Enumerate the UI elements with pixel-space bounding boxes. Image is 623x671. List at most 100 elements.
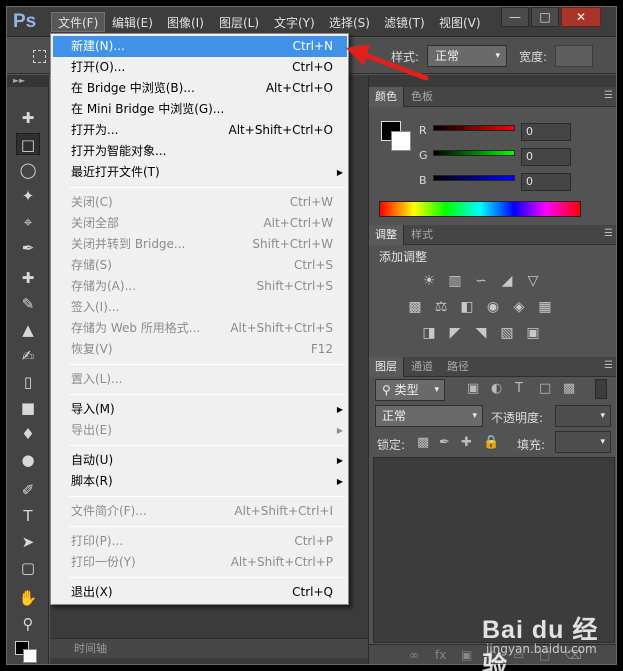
file-menu-item[interactable]: 最近打开文件(T) ▶ [53,162,347,183]
filter-adjust-icon[interactable]: ◐ [491,381,502,396]
brightness-icon[interactable]: ☀ [421,273,437,289]
file-menu-item[interactable]: 打印一份(Y) Alt+Shift+Ctrl+P [53,552,347,573]
stamp-tool-icon[interactable]: ▲ [16,319,40,341]
mask-icon[interactable]: ▣ [461,648,472,662]
dodge-tool-icon[interactable]: ● [16,449,40,471]
color-balance-icon[interactable]: ⚖ [433,299,449,315]
posterize-icon[interactable]: ◤ [447,325,463,341]
filter-pixel-icon[interactable]: ▣ [467,381,479,396]
color-background-swatch[interactable] [391,131,411,151]
eraser-tool-icon[interactable]: ▯ [16,371,40,393]
file-menu-item[interactable]: 关闭并转到 Bridge... Shift+Ctrl+W [53,234,347,255]
fill-input[interactable]: ▾ [555,431,611,453]
background-color-swatch[interactable] [23,649,37,663]
menu-layer[interactable]: 图层(L) [213,13,265,33]
type-tool-icon[interactable]: T [16,505,40,527]
crop-tool-icon[interactable]: ⌖ [16,211,40,233]
channel-b-slider[interactable] [433,175,515,181]
file-menu-item[interactable]: 置入(L)... [53,369,347,390]
width-input[interactable] [555,45,593,67]
file-menu-item[interactable]: 在 Bridge 中浏览(B)... Alt+Ctrl+O [53,78,347,99]
pen-tool-icon[interactable]: ✐ [16,479,40,501]
quick-select-tool-icon[interactable]: ✦ [16,185,40,207]
invert-icon[interactable]: ◨ [421,325,437,341]
layer-filter-select[interactable]: ⚲ 类型 ▾ [375,379,445,401]
tab-swatches[interactable]: 色板 [405,87,439,107]
file-menu-item[interactable]: 文件简介(F)... Alt+Shift+Ctrl+I [53,501,347,522]
vibrance-icon[interactable]: ▽ [525,273,541,289]
file-menu-item[interactable]: 关闭全部 Alt+Ctrl+W [53,213,347,234]
toolbox-collapse-icon[interactable]: ►► [7,75,49,87]
gradient-map-icon[interactable]: ▧ [499,325,515,341]
link-icon[interactable]: ∞ [409,648,419,662]
filter-type-icon[interactable]: T [515,381,523,396]
history-brush-tool-icon[interactable]: ✍ [16,345,40,367]
file-menu-item[interactable]: 存储(S) Ctrl+S [53,255,347,276]
curves-icon[interactable]: ∽ [473,273,489,289]
file-menu-item[interactable]: 存储为(A)... Shift+Ctrl+S [53,276,347,297]
tab-color[interactable]: 颜色 [369,87,404,107]
file-menu-item[interactable]: 关闭(C) Ctrl+W [53,192,347,213]
eyedropper-tool-icon[interactable]: ✒ [16,237,40,259]
file-menu-item[interactable]: 存储为 Web 所用格式... Alt+Shift+Ctrl+S [53,318,347,339]
hand-tool-icon[interactable]: ✋ [16,587,40,609]
filter-shape-icon[interactable]: □ [539,381,551,396]
shape-tool-icon[interactable]: ▢ [16,557,40,579]
filter-smart-icon[interactable]: ▩ [563,381,575,396]
file-menu-item[interactable]: 打开为智能对象... [53,141,347,162]
tab-channels[interactable]: 通道 [405,357,439,377]
exposure-icon[interactable]: ◢ [499,273,515,289]
menu-image[interactable]: 图像(I) [161,13,210,33]
selective-color-icon[interactable]: ▣ [525,325,541,341]
menu-view[interactable]: 视图(V) [433,13,487,33]
fx-icon[interactable]: fx [435,648,446,662]
file-menu-item[interactable]: 签入(I)... [53,297,347,318]
blend-mode-select[interactable]: 正常 ▾ [375,405,483,427]
hue-saturation-icon[interactable]: ▩ [407,299,423,315]
channel-g-slider[interactable] [433,150,515,156]
maximize-button[interactable]: □ [531,7,559,27]
lock-all-icon[interactable]: 🔒 [483,435,499,450]
levels-icon[interactable]: ▥ [447,273,463,289]
menu-file[interactable]: 文件(F) [51,12,106,32]
file-menu-item[interactable]: 打印(P)... Ctrl+P [53,531,347,552]
file-menu-item[interactable]: 导入(M) ▶ [53,399,347,420]
file-menu-item[interactable]: 打开(O)... Ctrl+O [53,57,347,78]
color-lookup-icon[interactable]: ▦ [537,299,553,315]
file-menu-item[interactable]: 退出(X) Ctrl+Q [53,582,347,603]
lock-transparent-icon[interactable]: ▩ [417,435,429,450]
gradient-tool-icon[interactable]: ■ [16,397,40,419]
file-menu-item[interactable]: 在 Mini Bridge 中浏览(G)... [53,99,347,120]
zoom-tool-icon[interactable]: ⚲ [16,613,40,635]
lasso-tool-icon[interactable]: ◯ [16,159,40,181]
channel-b-input[interactable]: 0 [521,173,571,191]
channel-mixer-icon[interactable]: ◈ [511,299,527,315]
marquee-tool-icon[interactable]: □ [16,133,40,155]
close-button[interactable]: ✕ [561,7,601,27]
style-select[interactable]: 正常 ▾ [427,45,507,67]
marquee-preset-icon[interactable] [33,50,46,63]
opacity-input[interactable]: ▾ [555,405,611,427]
threshold-icon[interactable]: ◥ [473,325,489,341]
menu-edit[interactable]: 编辑(E) [106,13,159,33]
lock-image-icon[interactable]: ✒ [439,435,450,450]
brush-tool-icon[interactable]: ✎ [16,293,40,315]
move-tool-icon[interactable]: ✚ [16,107,40,129]
file-menu-item[interactable]: 恢复(V) F12 [53,339,347,360]
color-spectrum-bar[interactable] [379,201,581,217]
menu-select[interactable]: 选择(S) [323,13,376,33]
path-select-tool-icon[interactable]: ➤ [16,531,40,553]
panel-menu-icon[interactable]: ☰ [604,228,613,239]
file-menu-item[interactable]: 打开为... Alt+Shift+Ctrl+O [53,120,347,141]
minimize-button[interactable]: — [501,7,529,27]
file-menu-item[interactable]: 导出(E) ▶ [53,420,347,441]
timeline-tab[interactable]: 时间轴 [50,638,368,658]
panel-menu-icon[interactable]: ☰ [604,360,613,371]
filter-toggle[interactable] [595,379,607,399]
file-menu-item[interactable]: 脚本(R) ▶ [53,471,347,492]
black-white-icon[interactable]: ◧ [459,299,475,315]
tab-adjustments[interactable]: 调整 [369,225,404,245]
tab-layers[interactable]: 图层 [369,357,404,377]
panel-menu-icon[interactable]: ☰ [604,90,613,101]
channel-g-input[interactable]: 0 [521,148,571,166]
